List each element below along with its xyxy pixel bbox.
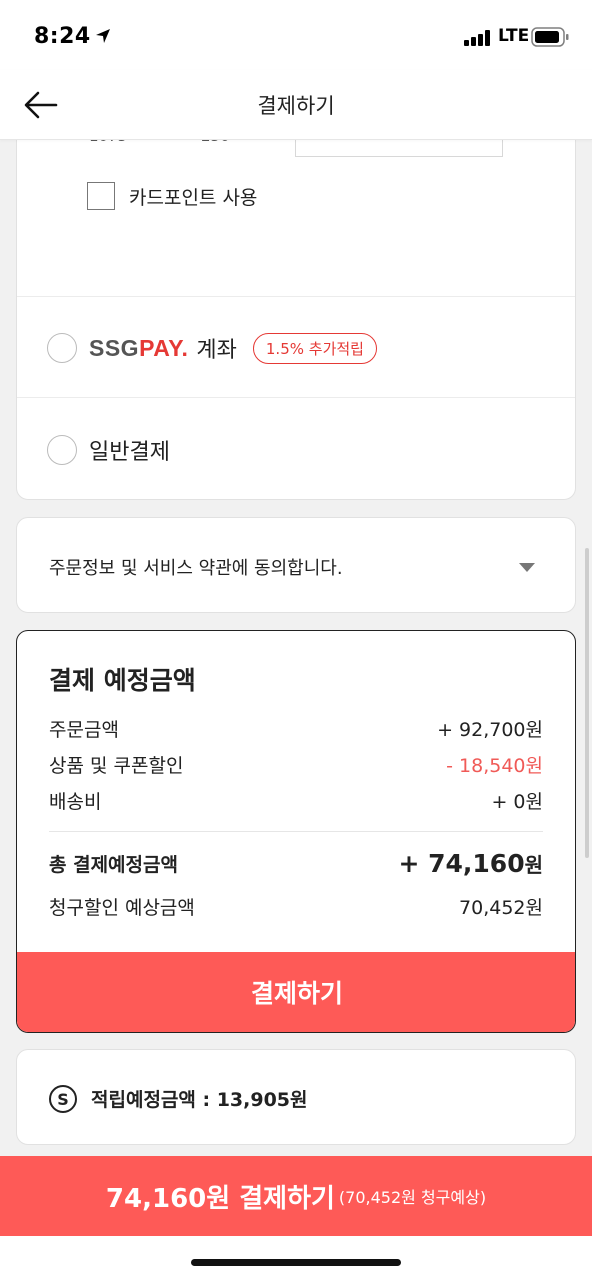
network-type: LTE [498,26,530,46]
summary-divider [49,831,543,832]
ssgpay-suffix: 계좌 [196,338,237,363]
shipping-row: 배송비 + 0원 [49,787,543,814]
bottom-pay-button[interactable]: 74,160원 결제하기 (70,452원 청구예상) [0,1156,592,1236]
signal-icon [464,30,490,46]
card-point-label: 카드포인트 사용 [129,186,258,209]
home-indicator[interactable] [191,1259,401,1266]
billing-row: 청구할인 예상금액 70,452원 [49,893,543,920]
ssgpay-logo: SSGPAY. [89,334,189,361]
order-amount-row: 주문금액 + 92,700원 [49,715,543,742]
payment-option-ssgpay[interactable]: SSGPAY. 계좌 1.5% 추가적립 [47,332,377,364]
status-time: 8:24 [34,24,91,49]
shipping-value: + 0원 [491,791,543,813]
page-title: 결제하기 [257,94,335,118]
bottom-pay-main-text: 74,160원 결제하기 [105,1183,335,1214]
location-arrow-icon [96,29,110,43]
total-value: + 74,160원 [398,849,543,878]
divider [17,397,575,398]
home-indicator-area [0,1236,592,1280]
chevron-down-icon[interactable] [519,563,535,572]
pay-button[interactable]: 결제하기 [17,952,575,1032]
payment-method-card: 1075 250 카드포인트 사용 SSGPAY. 계좌 1.5% 추가적립 일… [16,100,576,500]
order-amount-value: + 92,700원 [437,719,543,741]
payment-option-general[interactable]: 일반결제 [47,434,170,466]
divider [17,296,575,297]
billing-label: 청구할인 예상금액 [49,897,195,919]
status-bar: 8:24 LTE [0,0,592,70]
app-header: 결제하기 [0,70,592,140]
ssgpay-radio[interactable] [47,333,77,363]
payment-summary-card: 결제 예정금액 주문금액 + 92,700원 상품 및 쿠폰할인 - 18,54… [16,630,576,1033]
discount-value: - 18,540원 [446,755,543,777]
general-payment-radio[interactable] [47,435,77,465]
shipping-label: 배송비 [49,791,102,813]
points-s-icon: S [49,1085,77,1113]
scrollbar[interactable] [585,548,589,858]
bottom-pay-sub-text: (70,452원 청구예상) [338,1188,487,1207]
total-label: 총 결제예정금액 [49,854,178,876]
card-point-checkbox[interactable] [87,182,115,210]
ssgpay-badge: 1.5% 추가적립 [252,332,377,364]
total-row: 총 결제예정금액 + 74,160원 [49,849,543,878]
discount-row: 상품 및 쿠폰할인 - 18,540원 [49,751,543,778]
order-amount-label: 주문금액 [49,719,119,741]
card-point-checkbox-row[interactable]: 카드포인트 사용 [87,181,257,211]
discount-label: 상품 및 쿠폰할인 [49,755,184,777]
battery-icon [531,27,569,47]
summary-title: 결제 예정금액 [49,666,196,695]
billing-value: 70,452원 [459,897,543,919]
points-text: 적립예정금액 : 13,905원 [91,1089,308,1111]
terms-text: 주문정보 및 서비스 약관에 동의합니다. [49,558,343,579]
points-card: S 적립예정금액 : 13,905원 [16,1049,576,1145]
general-payment-label: 일반결제 [89,440,170,465]
terms-agreement[interactable]: 주문정보 및 서비스 약관에 동의합니다. [16,517,576,613]
